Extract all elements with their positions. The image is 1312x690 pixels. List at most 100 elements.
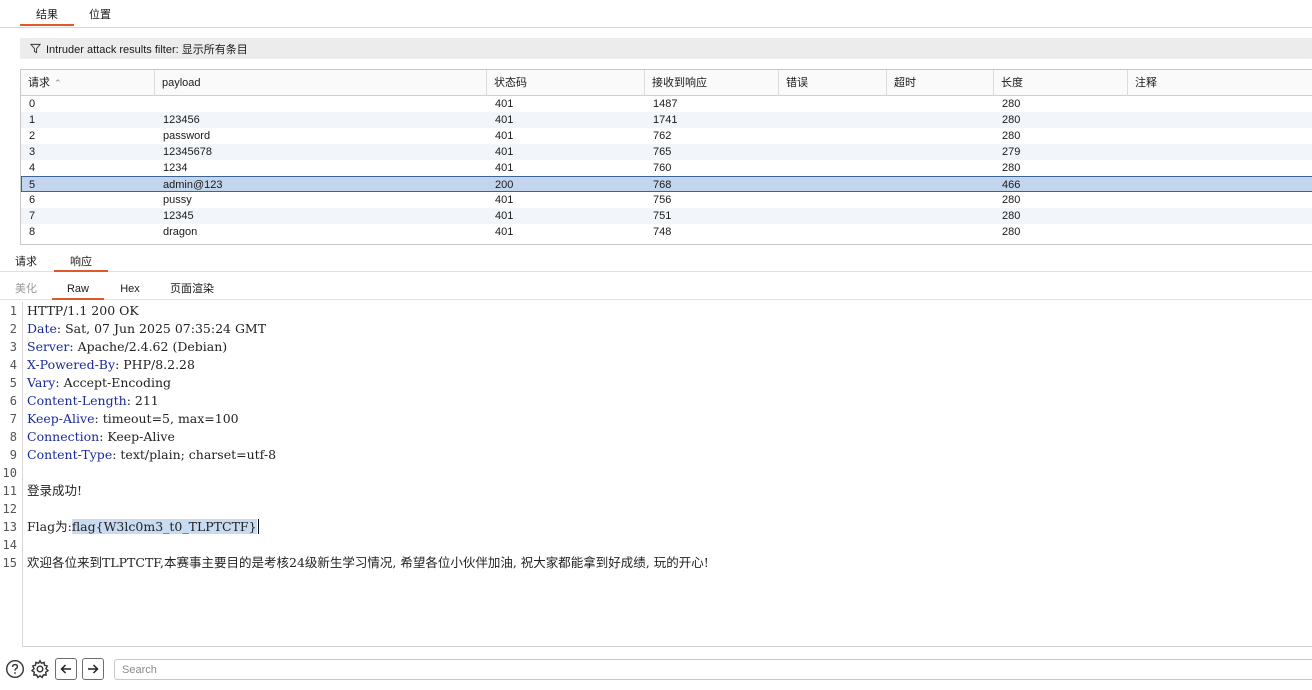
cell-payload: 12345 (163, 210, 194, 222)
cell-status: 401 (495, 210, 514, 222)
table-row[interactable]: 6 pussy 401 756 280 (21, 192, 1312, 208)
tab-response[interactable]: 响应 (54, 254, 108, 272)
tab-pretty[interactable]: 美化 (4, 281, 48, 300)
cell-error (779, 160, 887, 176)
body-line-welcome: 欢迎各位来到TLPTCTF,本赛事主要目的是考核24级新生学习情况, 希望各位小… (27, 555, 709, 570)
cell-payload: admin@123 (163, 179, 223, 191)
cell-length: 280 (1002, 114, 1021, 126)
response-header-line: Server: Apache/2.4.62 (Debian) (27, 338, 227, 356)
view-mode-tabs: 美化 Raw Hex 页面渲染 (0, 279, 1312, 300)
cell-payload: 1234 (163, 162, 188, 174)
tab-results[interactable]: 结果 (20, 6, 74, 26)
cell-response-received: 751 (653, 210, 672, 222)
cell-comment (1128, 160, 1312, 176)
cell-response-received: 756 (653, 194, 672, 206)
cell-request: 1 (29, 114, 36, 126)
cell-length: 280 (1002, 130, 1021, 142)
cell-response-received: 762 (653, 130, 672, 142)
cell-request: 0 (29, 98, 36, 110)
header-name: Date (27, 321, 57, 336)
table-row[interactable]: 5 admin@123 200 768 466 (21, 176, 1312, 192)
column-header-length[interactable]: 长度 (994, 70, 1128, 96)
cell-response-received: 1487 (653, 98, 678, 110)
cell-request: 8 (29, 226, 36, 238)
line-number: 7 (9, 412, 17, 426)
search-input[interactable] (114, 659, 1312, 680)
results-filter-bar[interactable]: Intruder attack results filter: 显示所有条目 (20, 38, 1312, 59)
previous-match-button[interactable] (55, 658, 77, 680)
cell-status: 401 (495, 130, 514, 142)
line-number-gutter: 1 2 3 4 5 6 7 8 9 10 11 12 13 14 15 (0, 302, 23, 647)
table-row[interactable]: 8 dragon 401 748 280 (21, 224, 1312, 240)
cell-status: 401 (495, 114, 514, 126)
response-header-line: Vary: Accept-Encoding (27, 374, 171, 392)
header-value: 211 (130, 393, 159, 408)
response-header-line: Keep-Alive: timeout=5, max=100 (27, 410, 239, 428)
cell-error (779, 144, 887, 160)
table-row[interactable]: 1 123456 401 1741 280 (21, 112, 1312, 128)
line-number: 6 (9, 394, 17, 408)
cell-response-received: 1741 (653, 114, 678, 126)
next-match-button[interactable] (82, 658, 104, 680)
response-editor[interactable]: 1 2 3 4 5 6 7 8 9 10 11 12 13 14 15 HTTP/1.1 200 OK Da… (0, 302, 1312, 647)
cell-length: 279 (1002, 146, 1021, 158)
flag-value-selection[interactable]: flag{W3lc0m3_t0_TLPTCTF} (71, 519, 257, 534)
funnel-icon (30, 43, 41, 54)
column-header-response-received[interactable]: 接收到响应 (645, 70, 779, 96)
cell-timeout (887, 177, 994, 193)
line-number: 1 (9, 304, 17, 318)
tab-positions[interactable]: 位置 (78, 6, 122, 26)
cell-payload: 123456 (163, 114, 200, 126)
header-value: Accept-Encoding (59, 375, 171, 390)
cell-status: 401 (495, 226, 514, 238)
column-header-timeout[interactable]: 超时 (887, 70, 994, 96)
filter-label: Intruder attack results filter: 显示所有条目 (46, 43, 248, 56)
column-header-status[interactable]: 状态码 (487, 70, 645, 96)
table-row[interactable]: 7 12345 401 751 280 (21, 208, 1312, 224)
cell-comment (1128, 208, 1312, 224)
cell-payload: password (163, 130, 211, 142)
cell-timeout (887, 112, 994, 128)
cell-comment (1128, 128, 1312, 144)
help-icon[interactable] (5, 659, 25, 679)
tab-request[interactable]: 请求 (6, 254, 46, 272)
response-header-line: Content-Length: 211 (27, 392, 159, 410)
cell-response-received: 768 (653, 179, 672, 191)
cell-request: 5 (29, 179, 36, 191)
column-header-payload[interactable]: payload (155, 70, 487, 96)
cell-response-received: 765 (653, 146, 672, 158)
cell-timeout (887, 160, 994, 176)
flag-prefix: Flag为: (27, 519, 72, 534)
body-line-login-success: 登录成功! (27, 483, 83, 498)
cell-timeout (887, 128, 994, 144)
table-row[interactable]: 4 1234 401 760 280 (21, 160, 1312, 176)
header-value: timeout=5, max=100 (98, 411, 239, 426)
cell-request: 6 (29, 194, 36, 206)
body-line-flag: Flag为:flag{W3lc0m3_t0_TLPTCTF} (27, 518, 259, 536)
table-row[interactable]: 2 password 401 762 280 (21, 128, 1312, 144)
cell-error (779, 112, 887, 128)
table-row[interactable]: 3 12345678 401 765 279 (21, 144, 1312, 160)
cell-error (779, 208, 887, 224)
tab-render[interactable]: 页面渲染 (160, 281, 224, 300)
tab-raw[interactable]: Raw (52, 281, 104, 300)
cell-comment (1128, 112, 1312, 128)
settings-icon[interactable] (30, 659, 50, 679)
cell-payload: 12345678 (163, 146, 212, 158)
cell-status: 401 (495, 146, 514, 158)
table-row[interactable]: 0 401 1487 280 (21, 96, 1312, 112)
header-name: Connection (27, 429, 100, 444)
cell-error (779, 128, 887, 144)
column-header-request[interactable]: 请求 ⌃ (21, 70, 155, 96)
cell-comment (1128, 224, 1312, 240)
line-number: 8 (9, 430, 17, 444)
cell-comment (1128, 96, 1312, 112)
line-number: 15 (2, 556, 17, 570)
column-header-error[interactable]: 错误 (779, 70, 887, 96)
column-header-comment[interactable]: 注释 (1128, 70, 1312, 96)
header-name: X-Powered-By (27, 357, 116, 372)
results-table[interactable]: 请求 ⌃ payload 状态码 接收到响应 错误 超时 长度 注释 0 401 14… (20, 69, 1312, 245)
table-header: 请求 ⌃ payload 状态码 接收到响应 错误 超时 长度 注释 (21, 70, 1312, 96)
cell-length: 466 (1002, 179, 1021, 191)
tab-hex[interactable]: Hex (108, 281, 152, 300)
